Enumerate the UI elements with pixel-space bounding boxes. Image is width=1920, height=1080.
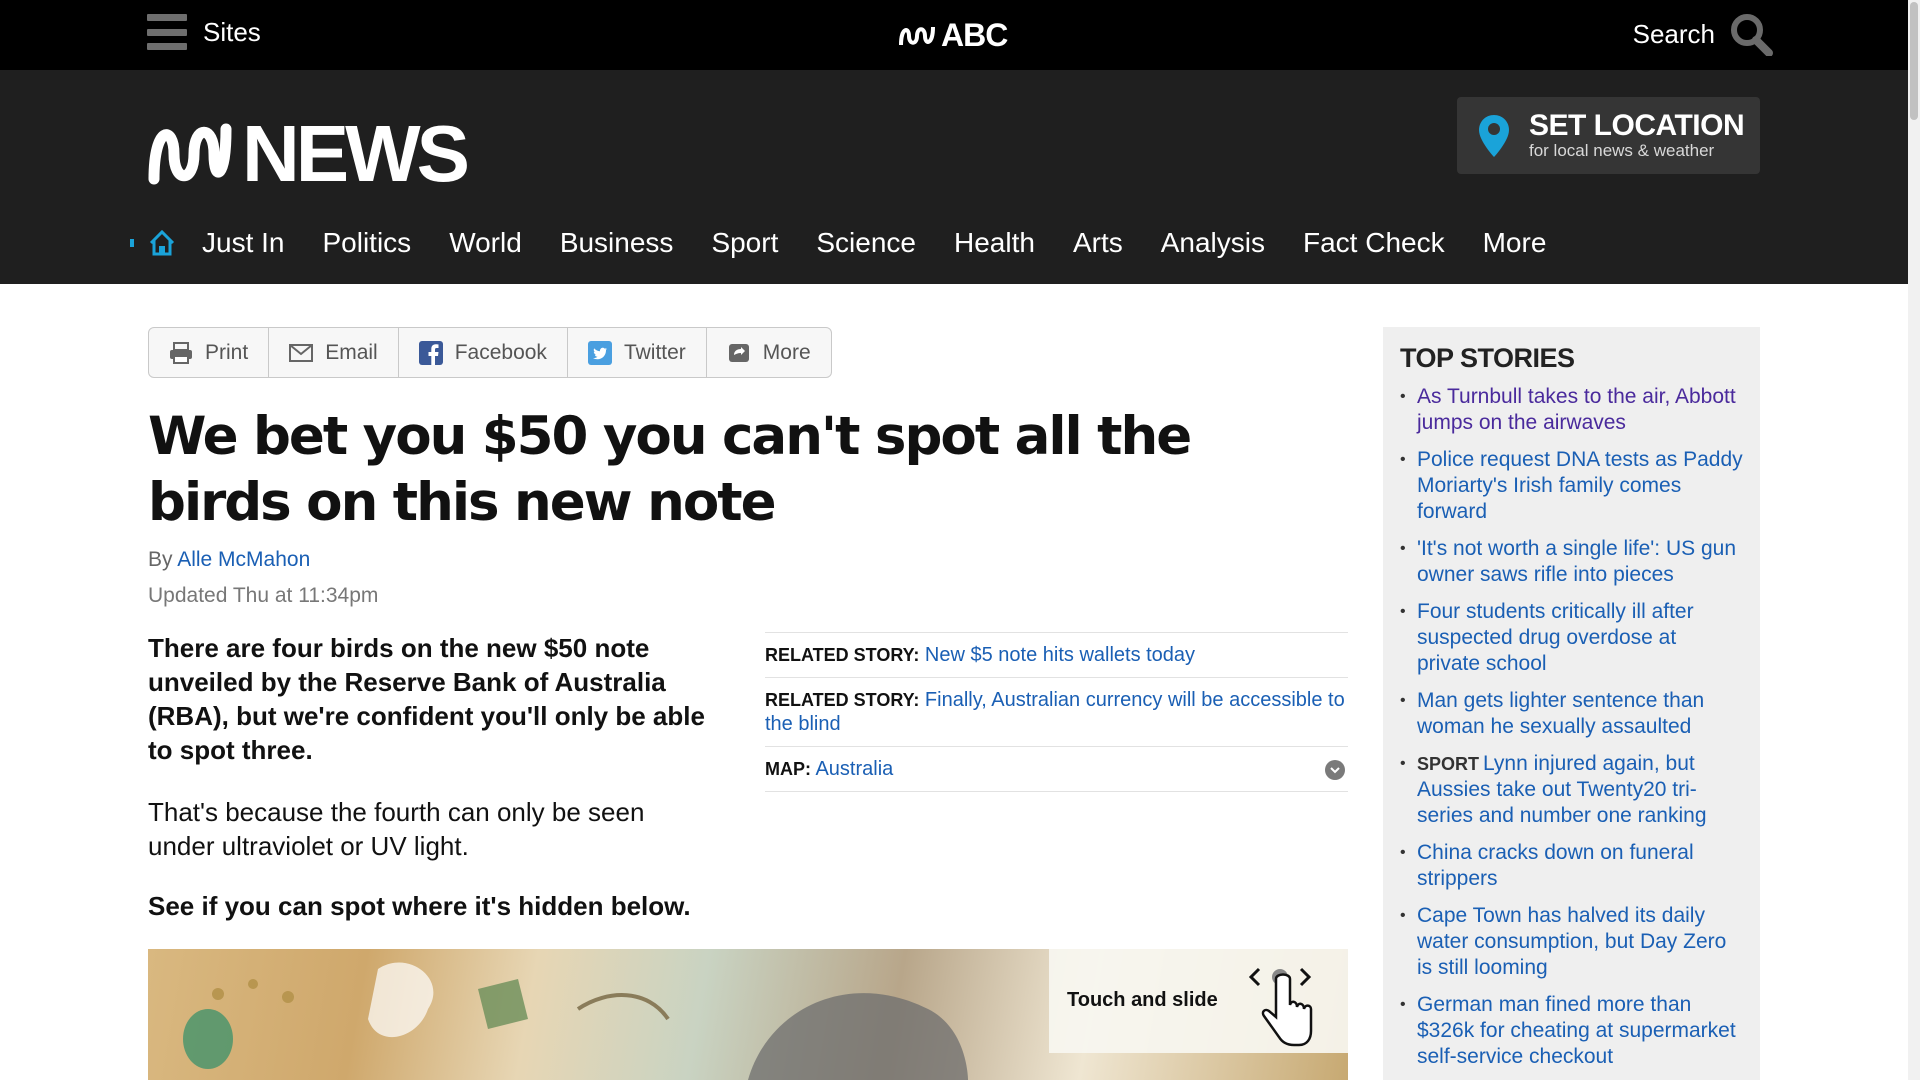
twitter-icon [587, 340, 612, 365]
top-stories-title: TOP STORIES [1400, 343, 1575, 373]
article-headline: We bet you $50 you can't spot all the bi… [148, 406, 1192, 533]
article-lead: There are four birds on the new $50 note… [148, 633, 705, 765]
abc-logo-icon [899, 26, 935, 45]
updated-timestamp: Updated Thu at 11:34pm [148, 584, 379, 607]
page-scrollbar[interactable] [1908, 0, 1920, 1080]
email-label: Email [325, 340, 378, 364]
more-share-label: More [762, 340, 811, 364]
list-item: China cracks down on funeral strippers [1400, 840, 1745, 892]
print-button[interactable]: Print [149, 328, 270, 377]
related-story-link[interactable]: New $5 note hits wallets today [925, 644, 1195, 666]
news-wordmark: NEWS [242, 109, 470, 198]
share-toolbar: Print Email Facebook Twitter More [148, 327, 832, 378]
list-item: Four students critically ill after suspe… [1400, 599, 1745, 677]
set-location-button[interactable]: SET LOCATION for local news & weather [1457, 97, 1760, 174]
sites-label: Sites [203, 16, 261, 47]
email-button[interactable]: Email [269, 328, 399, 377]
story-link[interactable]: Police request DNA tests as Paddy Moriar… [1417, 448, 1743, 523]
set-location-subtitle: for local news & weather [1529, 141, 1715, 161]
print-label: Print [205, 340, 249, 364]
article-paragraph: That's because the fourth can only be se… [148, 797, 645, 861]
slider-hint-overlay[interactable]: Touch and slide [1049, 949, 1348, 1053]
story-link[interactable]: China cracks down on funeral strippers [1417, 841, 1694, 890]
abc-lissajous-icon [148, 123, 232, 185]
nav-health[interactable]: Health [954, 227, 1035, 259]
location-pin-icon [1479, 114, 1509, 157]
nav-science[interactable]: Science [816, 227, 916, 259]
category-tag: SPORT [1417, 754, 1480, 774]
list-item: German man fined more than $326k for che… [1400, 992, 1745, 1070]
list-item: As Turnbull takes to the air, Abbott jum… [1400, 384, 1745, 436]
printer-icon [169, 341, 193, 365]
facebook-share-button[interactable]: Facebook [399, 328, 568, 377]
byline: By Alle McMahon [148, 548, 310, 572]
nav-business[interactable]: Business [560, 227, 674, 259]
story-link[interactable]: As Turnbull takes to the air, Abbott jum… [1417, 385, 1736, 434]
story-link[interactable]: Cape Town has halved its daily water con… [1417, 904, 1726, 979]
facebook-icon [418, 340, 443, 365]
abc-brand-link[interactable]: ABC [897, 17, 1008, 54]
slider-hint-label: Touch and slide [1067, 989, 1218, 1011]
share-more-icon [727, 341, 751, 365]
byline-prefix: By [148, 548, 173, 571]
nav-analysis[interactable]: Analysis [1161, 227, 1265, 259]
story-link[interactable]: Man gets lighter sentence than woman he … [1417, 689, 1704, 738]
set-location-title: SET LOCATION [1529, 108, 1745, 142]
search-button[interactable]: Search [1633, 12, 1773, 56]
hamburger-icon [147, 14, 187, 50]
related-label: RELATED STORY: [765, 690, 920, 710]
top-stories-list: As Turnbull takes to the air, Abbott jum… [1400, 384, 1745, 1080]
twitter-share-button[interactable]: Twitter [568, 328, 707, 377]
nav-fact-check[interactable]: Fact Check [1303, 227, 1445, 259]
story-link[interactable]: 'It's not worth a single life': US gun o… [1417, 537, 1736, 586]
nav-indicator [130, 239, 134, 247]
nav-more[interactable]: More [1483, 227, 1547, 259]
map-label: MAP: [765, 759, 811, 779]
story-link[interactable]: Four students critically ill after suspe… [1417, 600, 1694, 675]
nav-sport[interactable]: Sport [711, 227, 778, 259]
twitter-label: Twitter [623, 340, 686, 364]
more-share-button[interactable]: More [707, 328, 831, 377]
facebook-label: Facebook [454, 340, 547, 364]
nav-world[interactable]: World [449, 227, 522, 259]
list-item: Man gets lighter sentence than woman he … [1400, 688, 1745, 740]
list-item: SPORTLynn injured again, but Aussies tak… [1400, 751, 1745, 829]
nav-arts[interactable]: Arts [1073, 227, 1123, 259]
map-link[interactable]: Australia [815, 758, 893, 780]
top-bar: Sites ABC Search [0, 0, 1908, 70]
list-item: 'It's not worth a single life': US gun o… [1400, 536, 1745, 588]
top-stories-sidebar: TOP STORIES As Turnbull takes to the air… [1383, 327, 1760, 1080]
home-icon[interactable] [148, 229, 176, 257]
search-icon [1731, 14, 1773, 56]
related-label: RELATED STORY: [765, 645, 920, 665]
related-story-row: RELATED STORY: New $5 note hits wallets … [765, 633, 1348, 678]
nav-just-in[interactable]: Just In [202, 227, 284, 259]
main-nav: Just In Politics World Business Sport Sc… [130, 220, 1584, 266]
envelope-icon [289, 341, 314, 365]
list-item: Cape Town has halved its daily water con… [1400, 903, 1745, 981]
related-links: RELATED STORY: New $5 note hits wallets … [765, 632, 1348, 792]
list-item: Police request DNA tests as Paddy Moriar… [1400, 447, 1745, 525]
article-paragraph-bold: See if you can spot where it's hidden be… [148, 891, 691, 921]
related-story-row: RELATED STORY: Finally, Australian curre… [765, 678, 1348, 747]
scrollbar-thumb[interactable] [1910, 2, 1918, 120]
abc-brand-text: ABC [941, 17, 1008, 53]
abc-news-logo[interactable]: NEWS [146, 109, 470, 198]
story-link[interactable]: German man fined more than $326k for che… [1417, 993, 1736, 1068]
sites-menu-button[interactable]: Sites [147, 14, 261, 50]
nav-politics[interactable]: Politics [322, 227, 411, 259]
touch-slide-hand-icon [1249, 967, 1313, 1047]
search-label: Search [1632, 18, 1715, 49]
chevron-down-icon[interactable] [1325, 760, 1345, 780]
map-row: MAP: Australia [765, 747, 1348, 792]
site-header: NEWS SET LOCATION for local news & weath… [0, 70, 1908, 284]
author-link[interactable]: Alle McMahon [177, 548, 310, 571]
